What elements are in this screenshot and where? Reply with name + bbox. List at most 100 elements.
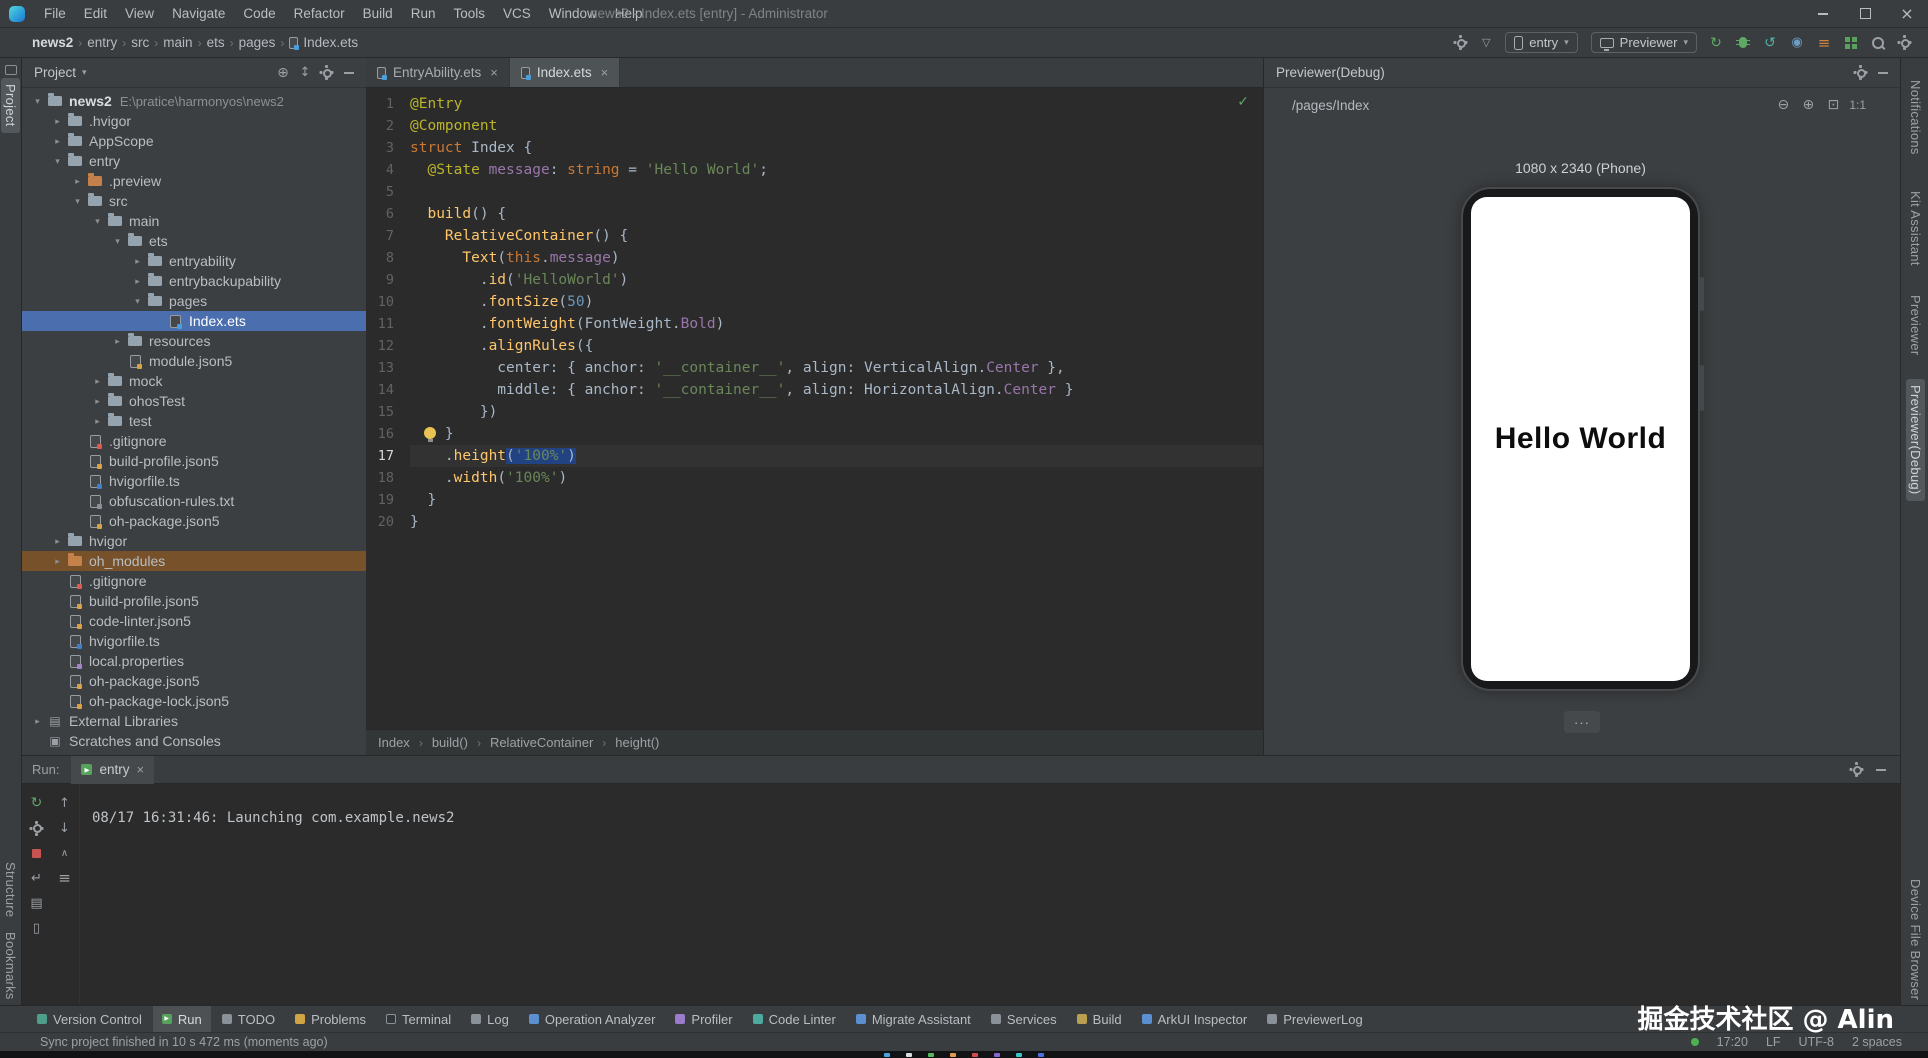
tree-item-resources[interactable]: ▸resources [22, 331, 366, 351]
tool-button-problems[interactable]: Problems [286, 1006, 375, 1032]
tree-item-gitignore[interactable]: .gitignore [22, 571, 366, 591]
chevron-open-icon[interactable]: ▾ [130, 296, 145, 307]
taskbar-app-icon[interactable] [928, 1053, 934, 1057]
window-minimize-button[interactable] [1802, 0, 1844, 27]
window-close-button[interactable] [1886, 0, 1928, 27]
rerun-icon[interactable] [28, 794, 46, 812]
intention-bulb-icon[interactable] [424, 427, 436, 439]
tree-item-index-ets[interactable]: Index.ets [22, 311, 366, 331]
tool-windows-icon[interactable] [5, 65, 17, 75]
breadcrumb-item-ets[interactable]: ets [203, 35, 229, 50]
close-icon[interactable]: × [136, 762, 144, 777]
editor-breadcrumb-index[interactable]: Index [378, 735, 410, 750]
status-indent[interactable]: 2 spaces [1852, 1035, 1902, 1049]
zoom-scale-label[interactable]: 1:1 [1849, 98, 1866, 112]
task-list-icon[interactable] [1815, 34, 1833, 52]
chevron-open-icon[interactable]: ▾ [30, 96, 45, 107]
zoom-out-icon[interactable] [1774, 96, 1792, 114]
tool-tab-structure[interactable]: Structure [1, 856, 20, 923]
tool-tab-previewer-debug[interactable]: Previewer(Debug) [1906, 379, 1925, 501]
tool-button-profiler[interactable]: Profiler [666, 1006, 741, 1032]
breadcrumb-item-news2[interactable]: news2 [28, 35, 77, 50]
tool-button-migrate-assistant[interactable]: Migrate Assistant [847, 1006, 980, 1032]
previewer-target-combo[interactable]: Previewer ▾ [1591, 32, 1697, 53]
chevron-closed-icon[interactable]: ▸ [130, 256, 145, 267]
chevron-closed-icon[interactable]: ▸ [130, 276, 145, 287]
menu-icon[interactable] [56, 869, 74, 887]
clear-icon[interactable] [28, 919, 46, 937]
tool-button-code-linter[interactable]: Code Linter [744, 1006, 845, 1032]
editor-breadcrumb-build[interactable]: build() [432, 735, 468, 750]
tree-item-oh-package-json5[interactable]: oh-package.json5 [22, 511, 366, 531]
locate-icon[interactable] [274, 64, 292, 82]
breadcrumb-item-main[interactable]: main [159, 35, 196, 50]
taskbar-app-icon[interactable] [906, 1053, 912, 1057]
tool-button-todo[interactable]: TODO [213, 1006, 284, 1032]
menu-file[interactable]: File [35, 0, 75, 28]
tool-tab-notifications[interactable]: Notifications [1906, 74, 1925, 161]
tool-button-terminal[interactable]: Terminal [377, 1006, 460, 1032]
editor-tab-entryability-ets[interactable]: EntryAbility.ets× [366, 58, 510, 87]
tree-item-build-profile-json5[interactable]: build-profile.json5 [22, 451, 366, 471]
chevron-closed-icon[interactable]: ▸ [90, 416, 105, 427]
menu-run[interactable]: Run [402, 0, 445, 28]
tree-item-src[interactable]: ▾src [22, 191, 366, 211]
more-button[interactable]: ··· [1564, 711, 1600, 733]
settings-icon[interactable] [1848, 761, 1866, 779]
run-console[interactable]: 08/17 16:31:46: Launching com.example.ne… [80, 784, 1900, 1005]
filter-icon[interactable] [1477, 34, 1495, 52]
chevron-open-icon[interactable]: ▾ [90, 216, 105, 227]
restart-icon[interactable] [1761, 34, 1779, 52]
tree-item-main[interactable]: ▾main [22, 211, 366, 231]
tree-item-local-properties[interactable]: local.properties [22, 651, 366, 671]
tool-button-services[interactable]: Services [982, 1006, 1066, 1032]
hide-icon[interactable] [340, 64, 358, 82]
tree-item-hvigorfile-ts[interactable]: hvigorfile.ts [22, 631, 366, 651]
inspection-ok-icon[interactable]: ✓ [1237, 94, 1249, 110]
settings-icon[interactable] [318, 64, 336, 82]
tree-item-oh-package-json5[interactable]: oh-package.json5 [22, 671, 366, 691]
chevron-closed-icon[interactable]: ▸ [70, 176, 85, 187]
tree-item-news2[interactable]: ▾news2E:\pratice\harmonyos\news2 [22, 91, 366, 111]
tool-button-build[interactable]: Build [1068, 1006, 1131, 1032]
editor-breadcrumb-height[interactable]: height() [615, 735, 659, 750]
tree-item-ohostest[interactable]: ▸ohosTest [22, 391, 366, 411]
taskbar-app-icon[interactable] [994, 1053, 1000, 1057]
hide-icon[interactable] [1874, 64, 1892, 82]
sync-icon[interactable] [1707, 34, 1725, 52]
tree-item-code-linter-json5[interactable]: code-linter.json5 [22, 611, 366, 631]
chevron-closed-icon[interactable]: ▸ [90, 376, 105, 387]
tree-item-hvigor[interactable]: ▸.hvigor [22, 111, 366, 131]
editor-tab-index-ets[interactable]: Index.ets× [510, 58, 620, 87]
chevron-open-icon[interactable]: ▾ [110, 236, 125, 247]
settings-icon[interactable] [1852, 64, 1870, 82]
chevron-open-icon[interactable]: ▾ [70, 196, 85, 207]
menu-tools[interactable]: Tools [444, 0, 494, 28]
status-encoding[interactable]: UTF-8 [1799, 1035, 1834, 1049]
stop-icon[interactable] [28, 844, 46, 862]
tool-button-previewerlog[interactable]: PreviewerLog [1258, 1006, 1372, 1032]
project-tree[interactable]: ▾news2E:\pratice\harmonyos\news2▸.hvigor… [22, 88, 366, 755]
breadcrumb-item-src[interactable]: src [127, 35, 153, 50]
tree-item-entrybackupability[interactable]: ▸entrybackupability [22, 271, 366, 291]
chevron-open-icon[interactable]: ▾ [50, 156, 65, 167]
ide-settings-icon[interactable] [1896, 34, 1914, 52]
close-tab-icon[interactable]: × [490, 65, 498, 80]
soft-wrap-icon[interactable] [28, 869, 46, 887]
tree-item-external-libraries[interactable]: ▸External Libraries [22, 711, 366, 731]
status-line-ending[interactable]: LF [1766, 1035, 1781, 1049]
tree-item-scratches-and-consoles[interactable]: Scratches and Consoles [22, 731, 366, 751]
taskbar-app-icon[interactable] [950, 1053, 956, 1057]
chevron-closed-icon[interactable]: ▸ [50, 556, 65, 567]
tree-item-module-json5[interactable]: module.json5 [22, 351, 366, 371]
print-icon[interactable] [28, 894, 46, 912]
breadcrumb-item-entry[interactable]: entry [83, 35, 121, 50]
chevron-closed-icon[interactable]: ▸ [50, 116, 65, 127]
tool-button-log[interactable]: Log [462, 1006, 518, 1032]
tool-tab-kit-assistant[interactable]: Kit Assistant [1906, 185, 1925, 272]
close-tab-icon[interactable]: × [601, 65, 609, 80]
menu-vcs[interactable]: VCS [494, 0, 540, 28]
taskbar-app-icon[interactable] [884, 1053, 890, 1057]
chevron-closed-icon[interactable]: ▸ [110, 336, 125, 347]
chevron-closed-icon[interactable]: ▸ [50, 136, 65, 147]
